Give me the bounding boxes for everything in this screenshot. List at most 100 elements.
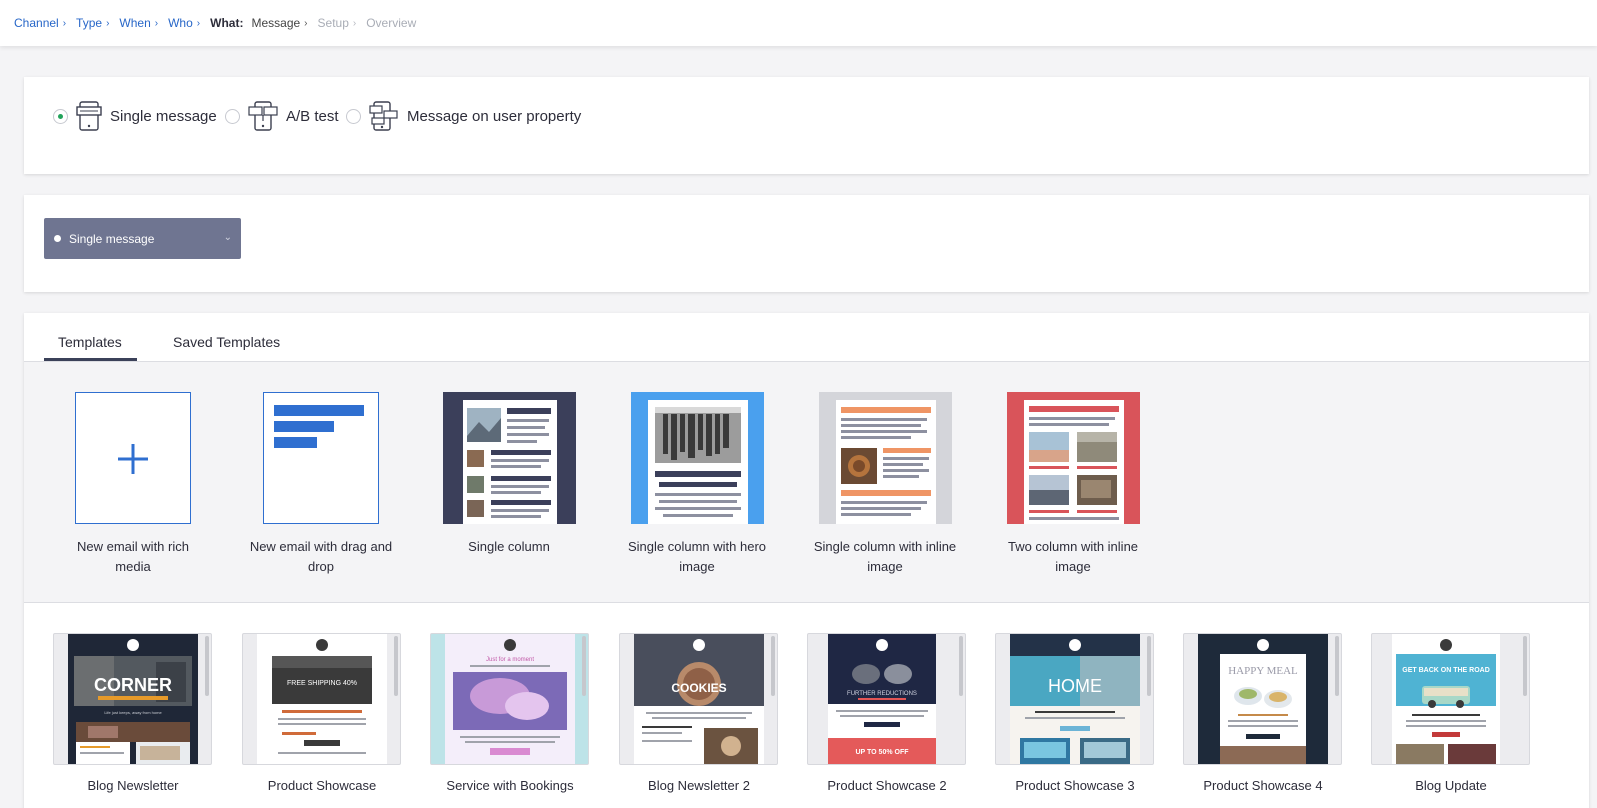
template-thumb[interactable] [818, 392, 952, 524]
option-single-message[interactable]: Single message [53, 101, 217, 131]
template-thumb[interactable] [1006, 392, 1140, 524]
scrollbar[interactable] [959, 636, 963, 696]
template-rich-media[interactable]: New email with rich media [58, 392, 208, 577]
gallery-thumb[interactable]: GET BACK ON THE ROAD [1371, 633, 1530, 765]
gallery-label: Product Showcase [267, 778, 377, 793]
scrollbar[interactable] [771, 636, 775, 696]
option-label: Message on user property [407, 107, 582, 125]
breadcrumb-label: Setup [317, 16, 349, 30]
base-templates: New email with rich media New email with… [24, 362, 1589, 603]
hero-image-layout [630, 392, 764, 524]
template-thumb[interactable] [630, 392, 764, 524]
breadcrumb-channel[interactable]: Channel › [14, 16, 66, 30]
scrollbar[interactable] [1523, 636, 1527, 696]
preview-headline: COOKIES [671, 681, 726, 695]
template-two-column[interactable]: Two column with inline image [998, 392, 1148, 577]
breadcrumb-who[interactable]: Who › [168, 16, 200, 30]
breadcrumb-what: What: Message › [210, 16, 307, 30]
blog-update-preview: GET BACK ON THE ROAD [1396, 639, 1496, 764]
option-label: A/B test [286, 107, 339, 125]
blog-newsletter-2-preview: COOKIES [634, 634, 764, 764]
breadcrumb-label: Overview [366, 16, 417, 30]
chevron-right-icon: › [196, 17, 201, 29]
template-thumb[interactable] [263, 392, 379, 524]
breadcrumb-label: Channel [14, 16, 59, 30]
chevron-right-icon: › [352, 17, 357, 29]
option-ab-test[interactable]: A/B test [225, 101, 339, 131]
product-showcase-3-preview: HOME [1010, 634, 1140, 764]
chevron-right-icon: › [304, 17, 308, 29]
gallery-thumb[interactable]: FREE SHIPPING 40% [242, 633, 401, 765]
scrollbar[interactable] [1147, 636, 1151, 696]
breadcrumb-label: When [119, 16, 151, 30]
template-thumb[interactable] [75, 392, 191, 524]
preview-caption: Life just keeps, away from home [104, 710, 162, 715]
preview-headline: HAPPY MEAL [1228, 665, 1298, 677]
variant-dropdown[interactable]: Single message ⌄ [44, 218, 241, 259]
gallery-item[interactable]: HOME Product Showcase 3 [995, 633, 1155, 793]
single-column-layout [442, 392, 576, 524]
product-showcase-preview: FREE SHIPPING 40% [272, 639, 372, 754]
gallery-item[interactable]: GET BACK ON THE ROAD Blog Update [1371, 633, 1531, 793]
scrollbar[interactable] [394, 636, 398, 696]
gallery-thumb[interactable]: COOKIES [619, 633, 778, 765]
radio-single-message[interactable] [53, 108, 68, 124]
gallery-thumb[interactable]: HOME [995, 633, 1154, 765]
option-label: Single message [110, 107, 217, 125]
breadcrumb-label: Who [168, 16, 193, 30]
gallery-label: Product Showcase 4 [1203, 778, 1323, 793]
template-drag-drop[interactable]: New email with drag and drop [246, 392, 396, 577]
gallery-label: Blog Newsletter [87, 778, 179, 793]
preview-caption: UP TO 50% OFF [855, 749, 909, 756]
breadcrumb-when[interactable]: When › [119, 16, 158, 30]
dropdown-label: Single message [69, 231, 155, 246]
tab-saved-templates[interactable]: Saved Templates [173, 334, 280, 350]
inline-image-layout [818, 392, 952, 524]
breadcrumb-type[interactable]: Type › [76, 16, 109, 30]
template-label: New email with drag and drop [249, 539, 393, 574]
gallery-item[interactable]: HAPPY MEAL Product Showcase 4 [1183, 633, 1343, 793]
breadcrumb-label: Type [76, 16, 103, 30]
gallery-item[interactable]: FURTHER REDUCTIONS UP TO 50% OFF Product… [807, 633, 967, 793]
breadcrumb-overview: Overview [366, 16, 416, 30]
blog-newsletter-preview: CORNER Life just keeps, away from home [74, 639, 192, 764]
template-label: Two column with inline image [1007, 539, 1139, 574]
radio-ab-test[interactable] [225, 108, 240, 124]
scrollbar[interactable] [582, 636, 586, 696]
drag-drop-icon [274, 405, 364, 448]
gallery-item[interactable]: CORNER Life just keeps, away from home B… [53, 633, 213, 793]
tab-templates[interactable]: Templates [44, 334, 137, 361]
template-label: Single column [468, 539, 550, 554]
template-thumb[interactable] [442, 392, 576, 524]
tab-bar: Templates Saved Templates [24, 313, 1589, 362]
template-single-column[interactable]: Single column [434, 392, 584, 557]
gallery-thumb[interactable]: HAPPY MEAL [1183, 633, 1342, 765]
gallery-item[interactable]: COOKIES Blog Newsletter 2 [619, 633, 779, 793]
scrollbar[interactable] [205, 636, 209, 696]
chevron-right-icon: › [62, 17, 67, 29]
preview-headline: CORNER [94, 675, 172, 695]
plus-icon [118, 444, 148, 474]
breadcrumb-step-key: What: [210, 16, 244, 30]
template-inline-image[interactable]: Single column with inline image [810, 392, 960, 577]
gallery-item[interactable]: FREE SHIPPING 40% Product Showcase [242, 633, 402, 793]
template-hero-image[interactable]: Single column with hero image [622, 392, 772, 577]
templates-card: Templates Saved Templates New email with… [24, 313, 1589, 808]
gallery-label: Product Showcase 2 [827, 778, 947, 793]
gallery-label: Product Showcase 3 [1015, 778, 1135, 793]
breadcrumb: Channel › Type › When › Who › What: Mess… [0, 0, 1597, 46]
gallery-label: Service with Bookings [446, 778, 574, 793]
scrollbar[interactable] [1335, 636, 1339, 696]
gallery-thumb[interactable]: Just for a moment [430, 633, 589, 765]
preview-headline: FURTHER REDUCTIONS [847, 691, 917, 697]
single-message-icon [76, 101, 102, 131]
gallery-item[interactable]: Just for a moment Service with Bookings [430, 633, 590, 793]
radio-user-property[interactable] [346, 108, 361, 124]
preview-headline: GET BACK ON THE ROAD [1402, 667, 1490, 674]
option-user-property[interactable]: Message on user property [346, 101, 581, 131]
product-showcase-2-preview: FURTHER REDUCTIONS UP TO 50% OFF [828, 634, 936, 764]
gallery-thumb[interactable]: CORNER Life just keeps, away from home [53, 633, 212, 765]
gallery-thumb[interactable]: FURTHER REDUCTIONS UP TO 50% OFF [807, 633, 966, 765]
breadcrumb-setup: Setup › [318, 16, 357, 30]
message-type-card: Single message A/B test Message on user … [24, 77, 1589, 174]
